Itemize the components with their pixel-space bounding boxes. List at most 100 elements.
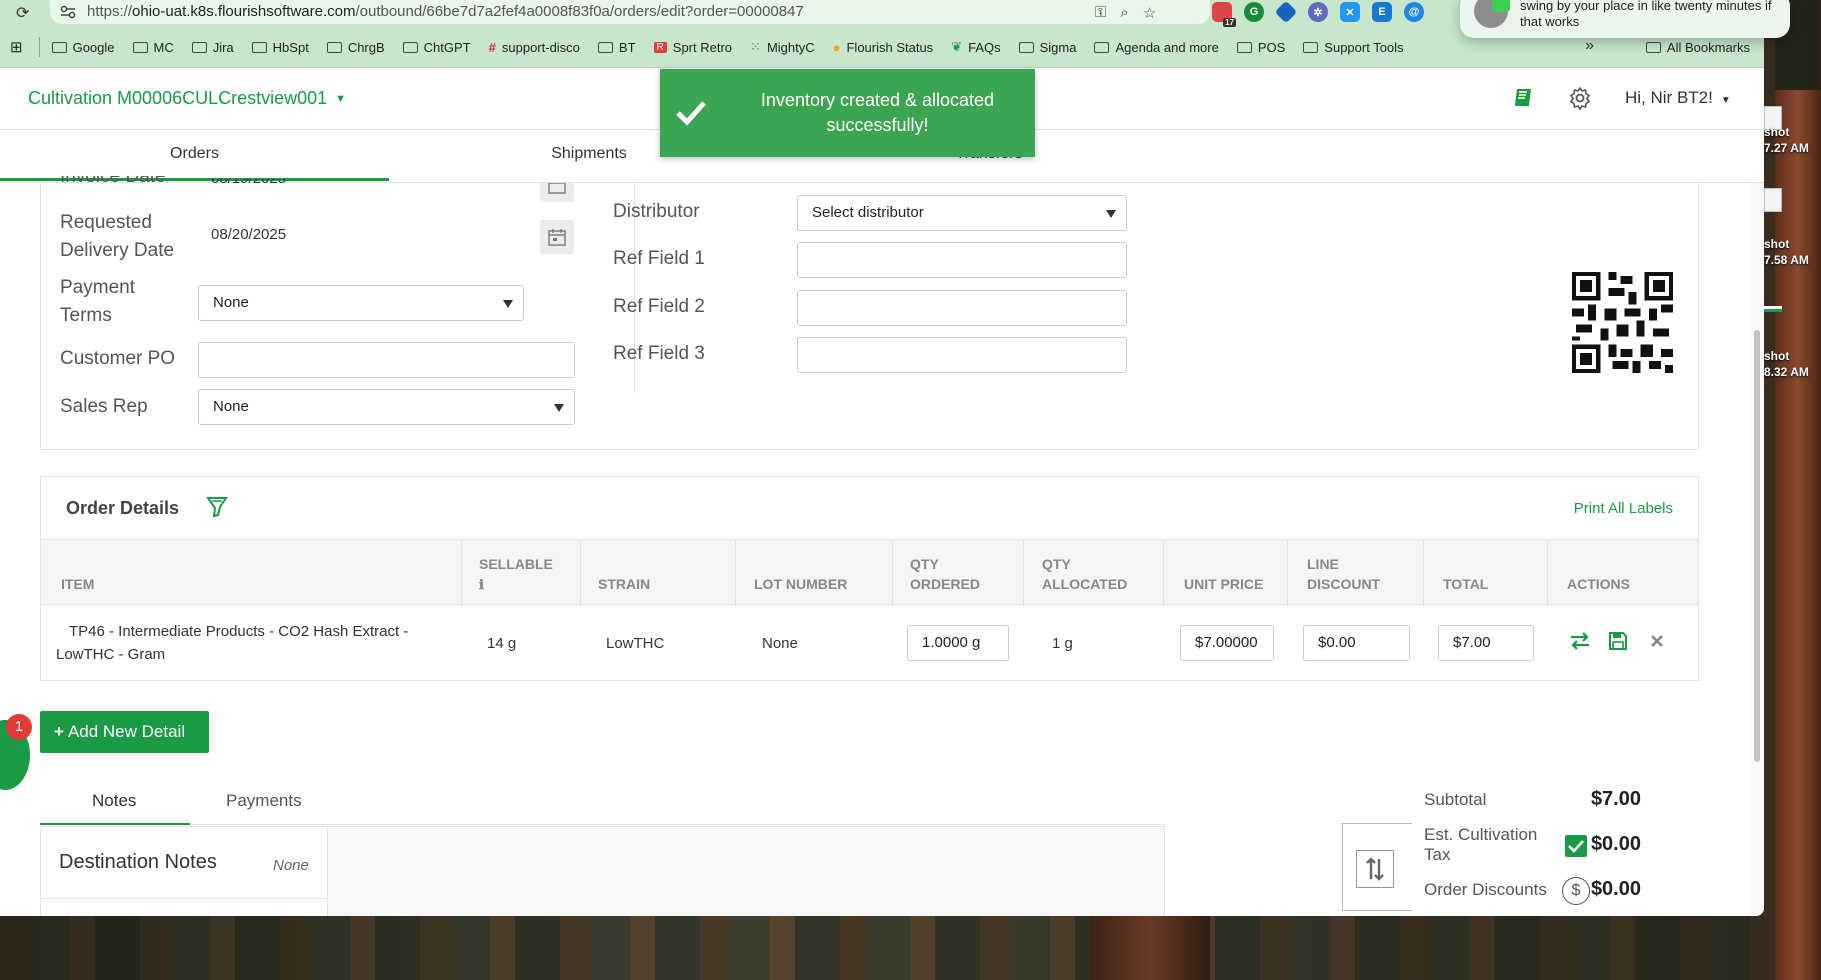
bookmark-item[interactable]: Agenda and more: [1094, 40, 1219, 55]
folder-icon: [1236, 41, 1252, 53]
total-input[interactable]: $7.00: [1438, 625, 1534, 661]
folder-icon: [402, 41, 418, 53]
notification-line-2: that works: [1520, 14, 1580, 29]
active-tab-indicator: [0, 178, 389, 181]
url-path: /outbound/66be7d7a2fef4a0008f83f0a/order…: [355, 3, 804, 20]
tab-orders[interactable]: Orders: [0, 145, 389, 163]
requested-delivery-date-picker[interactable]: [540, 220, 574, 254]
desktop-file-label[interactable]: shot 7.58 AM: [1764, 236, 1809, 268]
save-icon[interactable]: [1607, 630, 1629, 652]
facility-selector[interactable]: Cultivation M00006CULCrestview001 ▼: [28, 88, 346, 109]
message-notification[interactable]: swing by your place in like twenty minut…: [1460, 0, 1790, 38]
success-toast[interactable]: Inventory created & allocated successful…: [660, 69, 1035, 157]
tree-trunk: [1775, 90, 1821, 980]
bookmark-item[interactable]: BT: [597, 40, 636, 55]
transfer-arrows-icon[interactable]: [1569, 630, 1591, 652]
col-header-line-discount: LINE DISCOUNT: [1307, 556, 1381, 592]
folder-icon: [251, 41, 267, 53]
book-icon[interactable]: [1512, 86, 1536, 110]
grammarly-extension-icon[interactable]: G: [1244, 2, 1264, 22]
desktop-file-icon[interactable]: [1764, 188, 1782, 212]
desktop-file-icon[interactable]: [1764, 306, 1782, 312]
tab-notes[interactable]: Notes: [92, 791, 136, 811]
bookmark-item[interactable]: ChtGPT: [402, 40, 471, 55]
password-key-icon[interactable]: ⚿: [1095, 4, 1106, 22]
site-settings-icon[interactable]: [60, 5, 76, 19]
bookmark-label: Flourish Status: [846, 39, 934, 55]
leaf-icon: ❦: [951, 39, 963, 54]
sales-rep-select[interactable]: None: [198, 389, 575, 425]
scrollbar-thumb[interactable]: [1754, 330, 1760, 762]
bookmark-item[interactable]: ChrgB: [326, 40, 385, 55]
url-text[interactable]: https://ohio-uat.k8s.flourishsoftware.co…: [87, 3, 804, 20]
reorder-button[interactable]: [1356, 850, 1394, 888]
destination-notes-title: Destination Notes: [59, 851, 217, 873]
all-bookmarks-button[interactable]: All Bookmarks: [1645, 40, 1750, 55]
print-all-labels-link[interactable]: Print All Labels: [1574, 500, 1673, 517]
qty-ordered-input[interactable]: 1.0000 g: [907, 625, 1009, 661]
line-discount-input[interactable]: $0.00: [1303, 625, 1410, 661]
bookmark-label: MC: [153, 39, 174, 55]
grid-dots-icon: ⁙: [750, 39, 761, 54]
column-separator: [1287, 540, 1288, 606]
checkmark-icon: [1568, 840, 1584, 853]
reload-icon[interactable]: ⟳: [16, 3, 29, 23]
extension-icon[interactable]: @: [1404, 2, 1424, 22]
bookmark-item[interactable]: ❦ FAQs: [951, 39, 1000, 55]
notes-tab-baseline: [40, 824, 1165, 825]
user-menu[interactable]: Hi, Nir BT2! ▼: [1625, 88, 1731, 108]
desktop-file-label[interactable]: shot 7.27 AM: [1764, 124, 1809, 156]
extension-icon[interactable]: ✲: [1308, 2, 1328, 22]
payment-terms-select[interactable]: None: [198, 285, 524, 321]
extension-icon[interactable]: [1274, 0, 1298, 24]
bookmark-item[interactable]: # support-disco: [489, 40, 580, 55]
calendar-extension-icon[interactable]: 17: [1212, 2, 1236, 27]
bookmark-item[interactable]: Support Tools: [1303, 40, 1404, 55]
notification-line-1: swing by your place in like twenty minut…: [1520, 0, 1772, 13]
ref-field-2-input[interactable]: [797, 290, 1127, 326]
barcode-scanner-icon[interactable]: [206, 494, 230, 520]
tab-payments[interactable]: Payments: [226, 791, 302, 811]
extension-icon[interactable]: ✕: [1340, 2, 1360, 22]
bookmark-item[interactable]: MC: [132, 39, 174, 55]
bookmark-item[interactable]: Sigma: [1018, 40, 1076, 55]
delete-x-icon[interactable]: [1646, 630, 1668, 652]
bookmarks-overflow-button[interactable]: »: [1585, 37, 1594, 55]
bookmark-item[interactable]: Google: [51, 40, 115, 55]
bookmark-item[interactable]: Jira: [191, 40, 234, 55]
status-icon: ●: [832, 39, 841, 55]
column-separator: [1023, 540, 1024, 606]
extension-icon[interactable]: E: [1372, 2, 1392, 22]
bookmark-item[interactable]: ⁙ MightyC: [750, 39, 815, 55]
active-notes-tab-indicator: [40, 823, 190, 825]
customer-po-input[interactable]: [198, 342, 575, 378]
unit-price-input[interactable]: $7.00000: [1180, 625, 1274, 661]
bookmark-item[interactable]: ● Flourish Status: [833, 40, 934, 55]
row-item-line-2: LowTHC - Gram: [56, 646, 166, 663]
bookmark-item[interactable]: R Sprt Retro: [653, 40, 732, 55]
bookmarks-divider: [38, 37, 40, 57]
distributor-select[interactable]: Select distributor: [797, 195, 1127, 231]
requested-delivery-label: Requested Delivery Date: [60, 209, 174, 265]
dollar-icon[interactable]: $: [1562, 877, 1590, 905]
select-value: None: [213, 398, 249, 415]
url-scheme: https://: [87, 3, 133, 20]
ref-field-1-input[interactable]: [797, 242, 1127, 278]
bookmark-star-icon[interactable]: ☆: [1143, 4, 1156, 22]
divider: [41, 898, 328, 899]
folder-icon: [1018, 41, 1034, 53]
requested-delivery-value[interactable]: 08/20/2025: [211, 226, 286, 243]
ref-field-3-input[interactable]: [797, 337, 1127, 373]
info-icon[interactable]: ℹ: [479, 577, 484, 592]
destination-notes-value: None: [273, 857, 309, 874]
label-line: Est. Cultivation: [1424, 825, 1538, 844]
gear-icon[interactable]: [1568, 86, 1592, 110]
column-separator: [892, 540, 893, 606]
bookmark-item[interactable]: HbSpt: [251, 40, 309, 55]
zoom-icon[interactable]: ⌕: [1120, 4, 1128, 22]
bookmark-item[interactable]: POS: [1236, 40, 1285, 55]
add-new-detail-button[interactable]: + Add New Detail: [40, 711, 209, 753]
apps-grid-icon[interactable]: ⊞: [10, 38, 23, 56]
desktop-file-label[interactable]: shot 8.32 AM: [1764, 348, 1809, 380]
est-cultivation-tax-checkbox[interactable]: [1565, 835, 1587, 857]
